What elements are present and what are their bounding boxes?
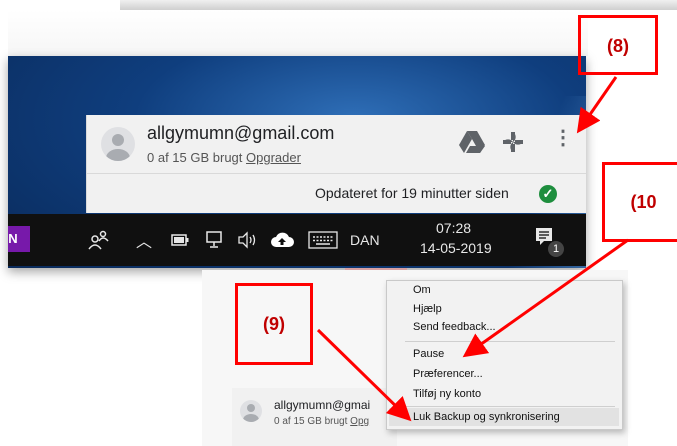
annotation-label-9: (9) bbox=[235, 283, 313, 365]
annotation-arrows bbox=[316, 76, 629, 422]
annotation-label-8: (8) bbox=[578, 15, 658, 75]
arrow-10 bbox=[462, 238, 629, 358]
annotation-label-10: (10 bbox=[602, 162, 677, 242]
arrow-8 bbox=[576, 76, 618, 134]
arrow-9 bbox=[316, 328, 412, 422]
